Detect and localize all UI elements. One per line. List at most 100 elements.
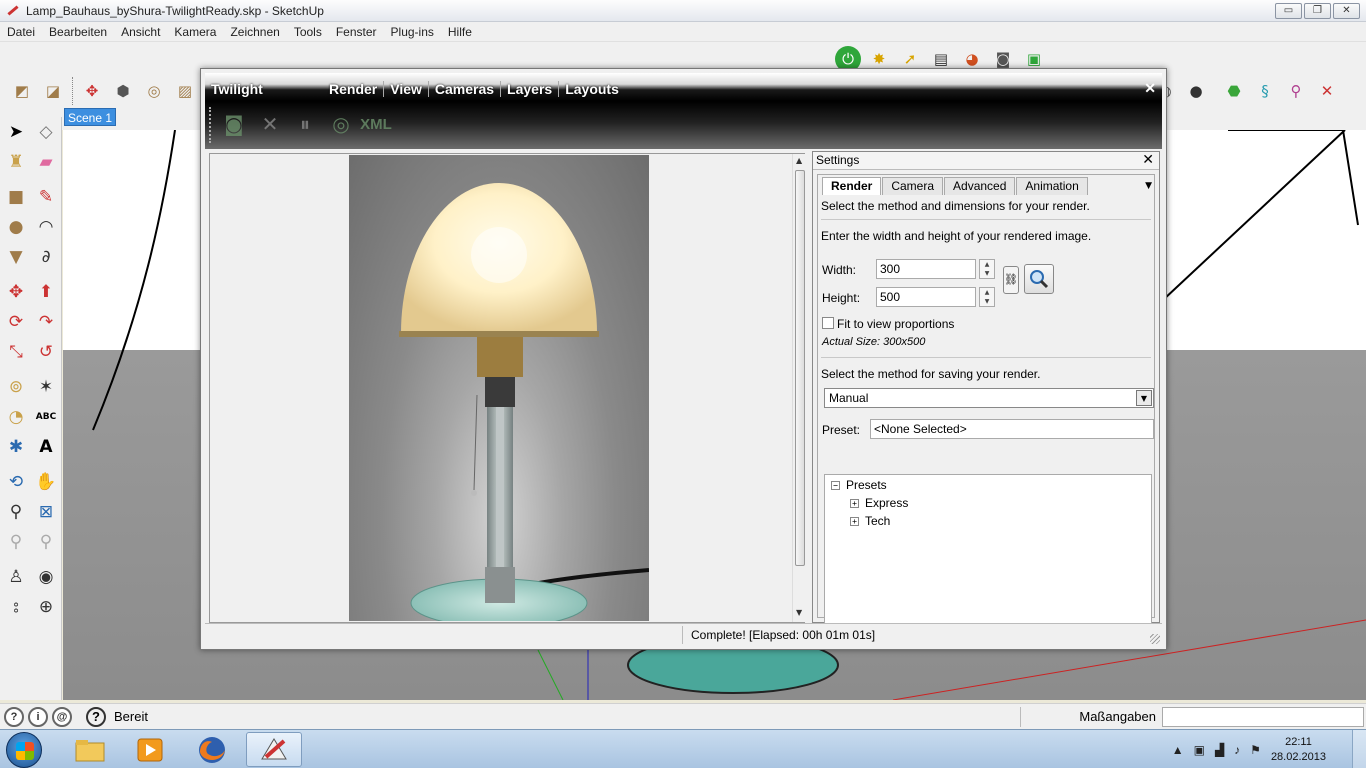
resize-grip-icon[interactable] [1150,634,1160,644]
green-gem-icon[interactable]: ⬣ [1221,78,1247,104]
move-icon[interactable]: ✥ [3,279,29,305]
save-method-select[interactable]: Manual ▼ [824,388,1154,408]
circle-face-icon[interactable]: ◎ [141,78,167,104]
arc-icon[interactable]: ◠ [33,214,59,240]
make-component-icon[interactable]: ◇ [33,119,59,145]
tab-advanced[interactable]: Advanced [944,177,1016,195]
text-tool-icon[interactable]: ABC [33,404,59,430]
spring-icon[interactable]: § [1252,78,1278,104]
volume-icon[interactable]: ♪ [1234,743,1240,757]
follow-me-icon[interactable]: ↷ [33,309,59,335]
media-player-taskbar-icon[interactable] [122,732,178,767]
next-view-icon[interactable]: ⚲ [33,529,59,555]
preview-vertical-scrollbar[interactable]: ▲ ▼ [792,154,806,622]
height-stepper[interactable]: ▲ ▼ [979,287,995,307]
select-arrow-icon[interactable]: ➤ [3,119,29,145]
render-camera-icon[interactable]: ◙ [219,109,249,139]
eraser-icon[interactable]: ▰ [33,149,59,175]
menu-bearbeiten[interactable]: Bearbeiten [42,25,114,39]
freehand-icon[interactable]: ∂ [33,244,59,270]
paint-bucket-icon[interactable]: ♜ [3,149,29,175]
geo-location-icon[interactable]: ? [4,706,24,727]
fit-to-view-checkbox[interactable] [822,317,834,329]
walk-icon[interactable]: ⦂ [3,594,29,620]
zoom-window-icon[interactable]: ⊠ [33,499,59,525]
offset-icon[interactable]: ↺ [33,339,59,365]
settings-close-button[interactable]: ✕ [1142,152,1154,169]
credits-icon[interactable]: i [28,706,48,727]
menu-fenster[interactable]: Fenster [329,25,384,39]
action-center-icon[interactable]: ⚑ [1250,743,1261,757]
menu-tools[interactable]: Tools [287,25,329,39]
dimension-icon[interactable]: ✶ [33,374,59,400]
network-signal-icon[interactable]: ▟ [1215,743,1224,757]
xml-export-icon[interactable]: XML [360,109,392,139]
menu-plug-ins[interactable]: Plug-ins [384,25,441,39]
position-camera-icon[interactable]: ♙ [3,564,29,590]
rectangle-icon[interactable]: ■ [3,184,29,210]
restore-button[interactable]: ❐ [1304,3,1331,19]
presets-tree[interactable]: − Presets + Express + Tech [824,474,1152,634]
tree-node-tech[interactable]: + Tech [850,514,890,528]
twilight-menu-render[interactable]: Render [323,81,385,97]
rotate-icon[interactable]: ⟳ [3,309,29,335]
firefox-taskbar-icon[interactable] [184,732,240,767]
preset-input[interactable]: <None Selected> [870,419,1154,439]
menu-kamera[interactable]: Kamera [167,25,223,39]
cancel-render-icon[interactable]: ✕ [255,109,285,139]
dark-circle-icon[interactable]: ● [1183,78,1209,104]
tab-camera[interactable]: Camera [882,177,944,195]
look-around-icon[interactable]: ◉ [33,564,59,590]
collapse-icon[interactable]: − [831,480,840,490]
explorer-taskbar-icon[interactable] [62,732,118,767]
pin-icon[interactable]: ⚲ [1283,78,1309,104]
user-icon[interactable]: @ [52,706,72,727]
polygon-icon[interactable]: ▼ [3,244,29,270]
protractor-icon[interactable]: ◔ [3,404,29,430]
width-stepper[interactable]: ▲ ▼ [979,259,995,279]
hatch-face-icon[interactable]: ▨ [172,78,198,104]
push-pull-icon[interactable]: ⬆ [33,279,59,305]
clock[interactable]: 22:11 28.02.2013 [1271,735,1326,765]
component-icon[interactable]: ✥ [79,78,105,104]
axes-icon[interactable]: ✱ [3,434,29,460]
tabs-dropdown-icon[interactable]: ▼ [1145,181,1152,191]
tree-node-presets[interactable]: − Presets [831,478,887,492]
width-input[interactable]: 300 [876,259,976,279]
menu-datei[interactable]: Datei [0,25,42,39]
menu-ansicht[interactable]: Ansicht [114,25,167,39]
tree-node-express[interactable]: + Express [850,496,908,510]
menu-zeichnen[interactable]: Zeichnen [223,25,286,39]
expand-icon[interactable]: + [850,516,859,526]
expand-icon[interactable]: + [850,498,859,508]
start-button[interactable] [6,732,42,768]
circle-icon[interactable]: ● [3,214,29,240]
toolbar-grip[interactable] [209,107,213,143]
link-proportions-icon[interactable]: ⛓ [1003,266,1019,294]
twilight-close-button[interactable]: ✕ [1144,80,1156,97]
close-button[interactable]: ✕ [1333,3,1360,19]
scene-tab[interactable]: Scene 1 [64,108,116,126]
box-face-2-icon[interactable]: ◪ [40,78,66,104]
show-desktop-button[interactable] [1352,730,1366,768]
preview-zoom-button[interactable] [1024,264,1054,294]
device-icon[interactable]: ▣ [1194,743,1205,757]
minimize-button[interactable]: ▭ [1275,3,1302,19]
pencil-line-icon[interactable]: ✎ [33,184,59,210]
section-plane-icon[interactable]: ⊕ [33,594,59,620]
show-hidden-icons-icon[interactable]: ▲ [1172,743,1184,757]
scroll-up-arrow-icon[interactable]: ▲ [796,156,802,165]
pause-render-icon[interactable]: ⏸ [290,109,320,139]
tab-render[interactable]: Render [822,177,882,195]
scroll-down-arrow-icon[interactable]: ▼ [796,608,802,617]
orbit-icon[interactable]: ⟲ [3,469,29,495]
cross-icon[interactable]: ✕ [1314,78,1340,104]
scrollbar-thumb[interactable] [795,170,805,566]
twilight-menu-view[interactable]: View [384,81,429,97]
help-icon[interactable]: ? [86,706,106,727]
previous-view-icon[interactable]: ⚲ [3,529,29,555]
tab-animation[interactable]: Animation [1016,177,1088,195]
chevron-down-icon[interactable]: ▼ [1136,390,1152,406]
twilight-menu-cameras[interactable]: Cameras [429,81,502,97]
box-face-icon[interactable]: ◩ [9,78,35,104]
